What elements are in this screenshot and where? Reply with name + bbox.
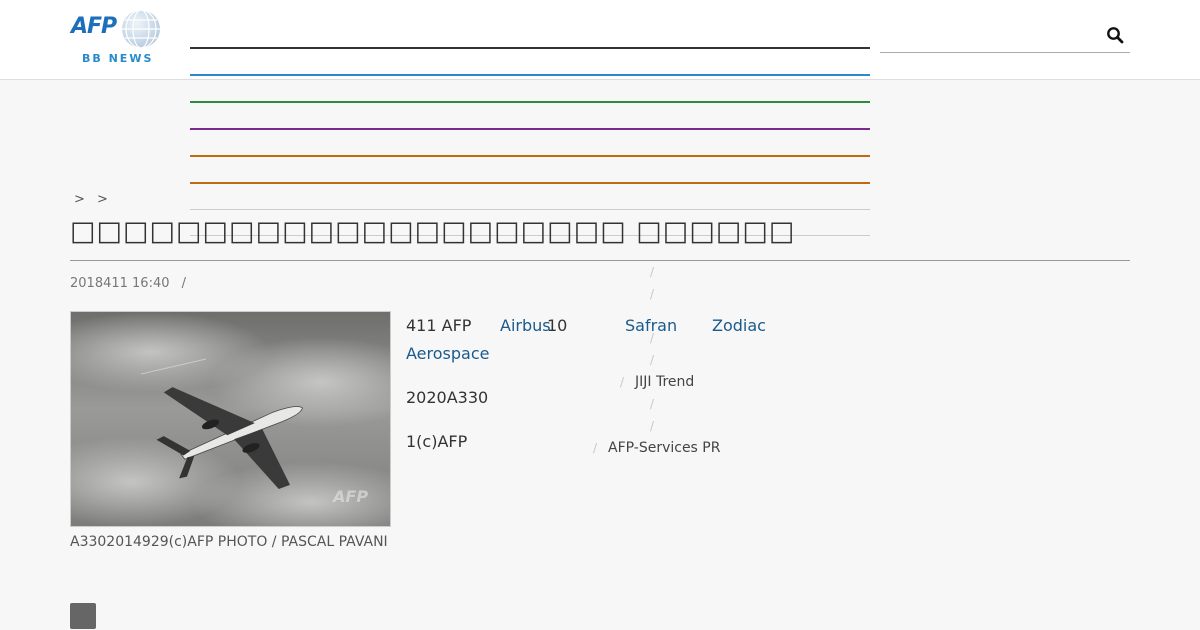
nav-item-line-5[interactable] (190, 155, 870, 157)
article-paragraph-2: 2020A330 (406, 388, 489, 407)
article-paragraph-3: 1(c)AFP (406, 432, 468, 451)
article-photo[interactable]: AFP (70, 311, 391, 527)
breadcrumb: > > (74, 192, 116, 207)
list-separator: / (650, 287, 655, 301)
list-separator: / (620, 375, 625, 389)
search-input[interactable] (880, 20, 1099, 52)
nav-item-line-7[interactable] (190, 209, 870, 210)
afp-bb-news-logo[interactable]: AFP BB NEWS (70, 8, 162, 65)
airplane-image: AFP (71, 312, 390, 526)
logo-sub-text: BB NEWS (82, 52, 154, 65)
search-icon[interactable] (1106, 26, 1124, 44)
link-afp-services-pr[interactable]: AFP-Services PR (608, 440, 720, 456)
article-paragraph-1: 411 AFP (406, 316, 472, 335)
list-separator: / (650, 265, 655, 279)
nav-item-line-2[interactable] (190, 74, 870, 76)
article-meta: 2018411 16:40 / (70, 276, 186, 291)
link-jiji-trend[interactable]: JIJI Trend (635, 374, 694, 390)
list-separator: / (650, 397, 655, 411)
gray-square-icon[interactable] (70, 603, 96, 629)
article-title: □□□□□□□□□□□□□□□□□□□□□ □□□□□□ (70, 216, 1130, 261)
list-separator: / (650, 419, 655, 433)
article-date: 2018411 16:40 (70, 276, 170, 291)
nav-item-line-1[interactable] (190, 47, 870, 49)
logo-afp-text: AFP (71, 14, 117, 39)
airbus-suffix: 10 (547, 316, 568, 335)
breadcrumb-separator: > (74, 192, 85, 207)
breadcrumb-separator: > (97, 192, 108, 207)
site-header: AFP BB NEWS (0, 0, 1200, 80)
list-separator: / (650, 353, 655, 367)
link-zodiac[interactable]: Zodiac (712, 316, 766, 335)
nav-item-line-6[interactable] (190, 182, 870, 184)
photo-watermark: AFP (331, 487, 368, 506)
nav-item-line-4[interactable] (190, 128, 870, 130)
link-aerospace[interactable]: Aerospace (406, 344, 489, 363)
nav-item-line-3[interactable] (190, 101, 870, 103)
link-airbus[interactable]: Airbus (500, 316, 551, 335)
search-box (880, 20, 1130, 53)
photo-caption: A3302014929(c)AFP PHOTO / PASCAL PAVANI (70, 534, 388, 550)
globe-icon (122, 9, 160, 49)
list-separator: / (593, 441, 598, 455)
list-separator: / (650, 331, 655, 345)
meta-separator: / (181, 276, 187, 291)
